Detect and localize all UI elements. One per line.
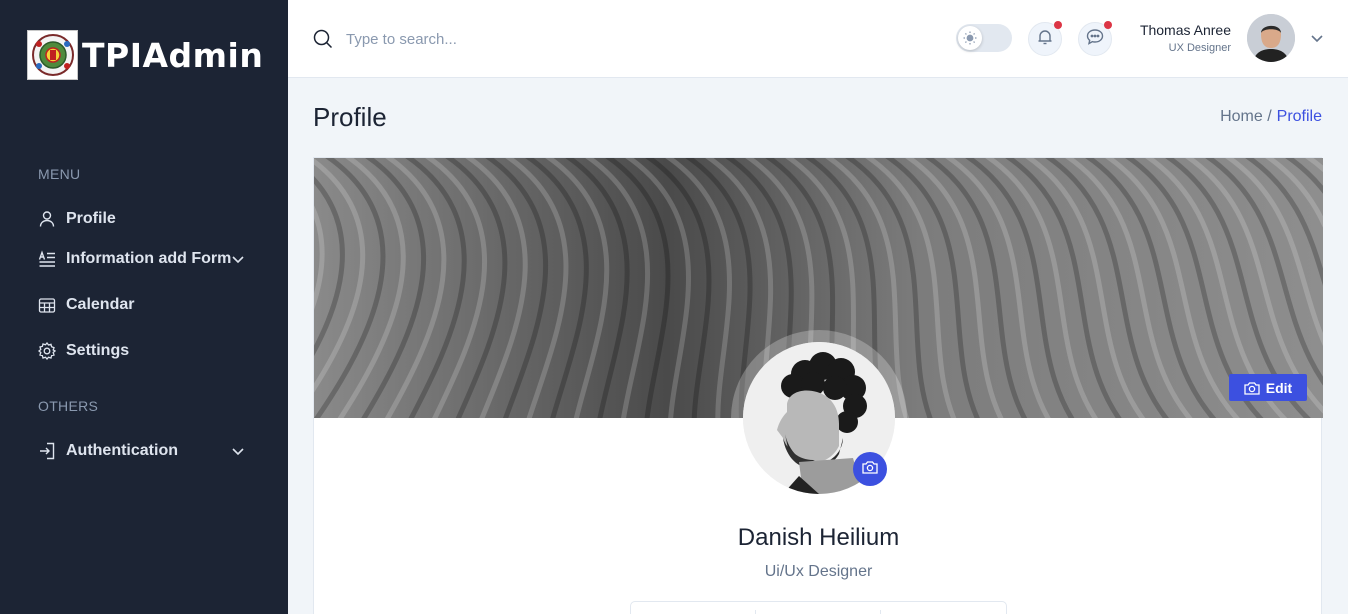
chevron-down-icon[interactable] (230, 251, 246, 267)
user-avatar[interactable] (1247, 14, 1295, 62)
notifications-button[interactable] (1028, 21, 1062, 56)
edit-cover-button[interactable]: Edit (1229, 374, 1307, 401)
sidebar-item-label: Information add Form (66, 250, 232, 267)
sidebar-item-profile[interactable]: Profile (38, 205, 258, 233)
search-icon[interactable] (312, 28, 334, 50)
profile-name: Danish Heilium (737, 524, 900, 551)
messages-button[interactable] (1078, 21, 1112, 56)
gear-icon (38, 342, 56, 360)
dark-mode-toggle[interactable] (956, 24, 1012, 52)
calendar-icon (38, 296, 56, 314)
breadcrumb-current: Profile (1276, 108, 1322, 125)
sidebar-item-label: Profile (66, 210, 116, 227)
sidebar-item-label: Authentication (66, 442, 178, 459)
profile-role: Ui/Ux Designer (764, 563, 873, 580)
logo-emblem-icon (27, 30, 78, 80)
sidebar-item-settings[interactable]: Settings (38, 337, 258, 365)
top-header: Thomas Anree UX Designer (288, 0, 1348, 78)
others-group-title: OTHERS (38, 398, 99, 414)
search-input[interactable] (346, 26, 646, 52)
sidebar-item-label: Calendar (66, 296, 135, 313)
camera-icon (1244, 381, 1260, 395)
bell-icon (1036, 28, 1054, 51)
user-name[interactable]: Thomas Anree (1140, 22, 1231, 38)
sidebar-item-authentication[interactable]: Authentication (38, 437, 258, 465)
stats-divider (880, 610, 881, 614)
edit-label: Edit (1265, 379, 1293, 396)
change-photo-button[interactable] (853, 452, 887, 486)
profile-card: Edit Danish Heilium Ui/Ux Designer (313, 157, 1323, 614)
user-role: UX Designer (1168, 42, 1231, 54)
stats-divider (755, 610, 756, 614)
page-title: Profile (313, 102, 387, 132)
camera-icon (862, 460, 878, 479)
login-icon (38, 442, 56, 460)
sidebar-item-information-add-form[interactable]: Information add Form (38, 245, 258, 273)
notification-badge (1054, 21, 1062, 29)
menu-group-title: MENU (38, 166, 81, 182)
brand-name: TPIAdmin (82, 35, 264, 75)
message-badge (1104, 21, 1112, 29)
sidebar-item-label: Settings (66, 342, 130, 359)
breadcrumb: Home / Profile (1220, 108, 1322, 126)
chevron-down-icon[interactable] (230, 443, 246, 459)
profile-stats (630, 601, 1007, 614)
breadcrumb-home[interactable]: Home / (1220, 108, 1272, 126)
brand-logo[interactable]: TPIAdmin (27, 30, 263, 80)
chevron-down-icon[interactable] (1309, 30, 1325, 46)
sidebar-item-calendar[interactable]: Calendar (38, 291, 258, 319)
chat-icon (1086, 28, 1104, 51)
form-icon (38, 250, 56, 268)
sun-icon (958, 26, 982, 50)
user-icon (38, 210, 56, 228)
sidebar: TPIAdmin MENU Profile Information add Fo… (0, 0, 288, 614)
